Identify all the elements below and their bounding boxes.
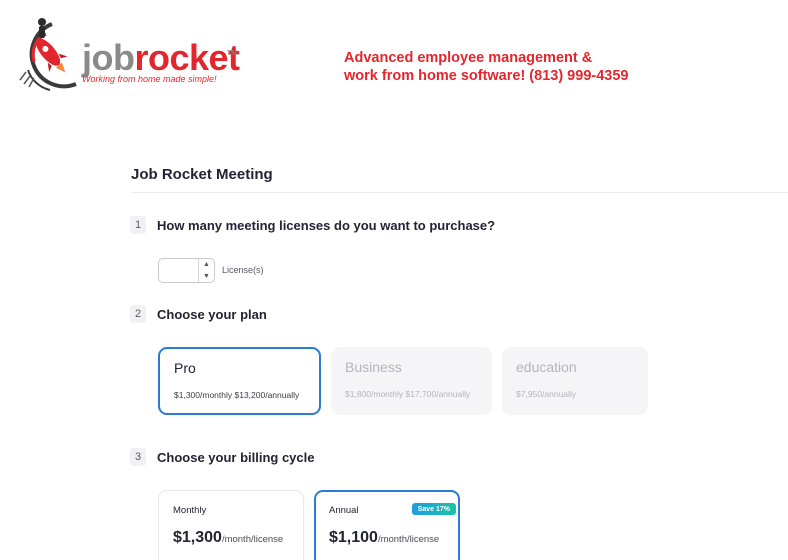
promo-tagline: Advanced employee management & work from… <box>344 49 704 85</box>
logo-trademark: TM <box>227 50 238 57</box>
logo-tagline: Working from home made simple! <box>82 74 217 84</box>
step-label: Choose your plan <box>157 306 267 322</box>
save-badge: Save 17% <box>411 503 456 515</box>
plan-card-business[interactable]: Business $1,800/monthly $17,700/annually <box>331 347 492 415</box>
step-number: 3 <box>130 448 146 466</box>
billing-price: $1,100/month/license <box>329 529 439 547</box>
license-quantity-stepper[interactable]: ▲ ▼ <box>158 258 215 283</box>
plan-price: $7,950/annually <box>516 389 577 399</box>
license-quantity-input[interactable] <box>161 261 197 280</box>
logo-rocket-text: rocket <box>134 37 240 78</box>
rocket-logo-icon <box>19 18 77 91</box>
billing-name: Annual <box>329 505 359 516</box>
plan-price: $1,300/monthly $13,200/annually <box>174 390 300 400</box>
promo-line-2: work from home software! (813) 999-4359 <box>344 68 629 84</box>
step-3: 3 Choose your billing cycle <box>130 448 314 466</box>
promo-line-1: Advanced employee management & <box>344 50 593 66</box>
billing-price: $1,300/month/license <box>173 529 283 547</box>
plan-name: Business <box>345 359 402 375</box>
stepper-arrows: ▲ ▼ <box>198 259 214 282</box>
step-2: 2 Choose your plan <box>130 305 267 323</box>
step-number: 2 <box>130 305 146 323</box>
plan-name: Pro <box>174 360 196 376</box>
billing-unit: /month/license <box>377 534 440 545</box>
billing-unit: /month/license <box>221 534 284 545</box>
plan-card-education[interactable]: education $7,950/annually <box>502 347 648 415</box>
plan-name: education <box>516 359 577 375</box>
billing-card-annual[interactable]: Save 17% Annual $1,100/month/license <box>314 490 460 560</box>
plan-price: $1,800/monthly $17,700/annually <box>345 389 471 399</box>
plan-card-pro[interactable]: Pro $1,300/monthly $13,200/annually <box>158 347 321 415</box>
license-unit-label: License(s) <box>222 265 264 275</box>
step-label: How many meeting licenses do you want to… <box>157 217 496 233</box>
step-number: 1 <box>130 216 146 234</box>
title-divider <box>131 192 788 193</box>
logo-wordmark: jobrocket <box>82 40 240 76</box>
billing-name: Monthly <box>173 505 207 516</box>
decrement-icon[interactable]: ▼ <box>199 271 214 283</box>
logo-job-text: job <box>82 37 135 78</box>
billing-card-monthly[interactable]: Monthly $1,300/month/license <box>158 490 304 560</box>
page-title: Job Rocket Meeting <box>131 166 273 183</box>
step-1: 1 How many meeting licenses do you want … <box>130 216 495 234</box>
billing-amount: $1,300 <box>173 529 222 546</box>
jobrocket-logo[interactable]: jobrocket TM Working from home made simp… <box>16 12 241 98</box>
increment-icon[interactable]: ▲ <box>199 259 214 271</box>
billing-amount: $1,100 <box>329 529 378 546</box>
step-label: Choose your billing cycle <box>157 449 315 465</box>
